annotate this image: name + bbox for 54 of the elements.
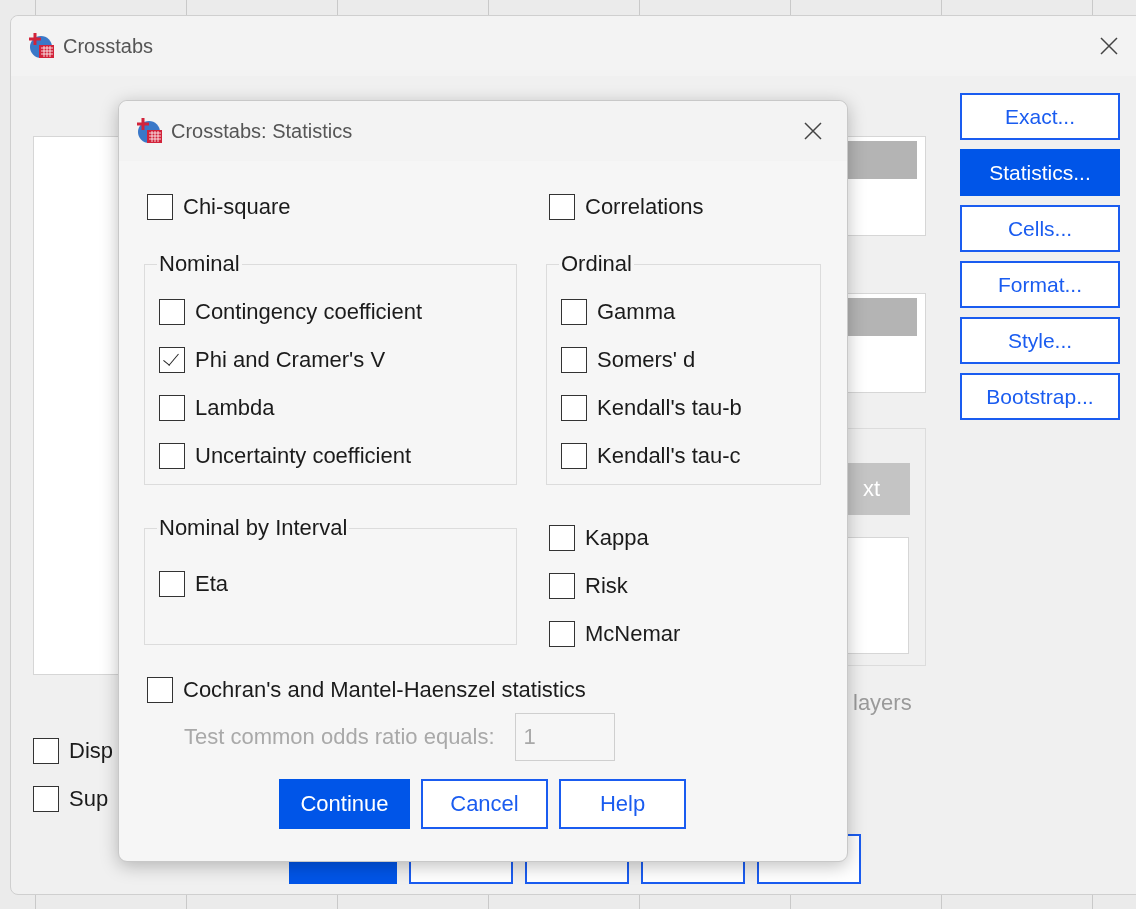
checkbox-label: Sup: [69, 786, 109, 812]
group-title: Nominal: [158, 251, 241, 277]
checkbox[interactable]: [147, 677, 173, 703]
checkbox[interactable]: [549, 621, 575, 647]
checkbox[interactable]: [159, 347, 185, 373]
checkbox[interactable]: [561, 347, 587, 373]
checkbox-label: Chi-square: [183, 194, 291, 220]
side-button[interactable]: Bootstrap...: [960, 373, 1120, 420]
checkbox-label: Risk: [585, 573, 628, 599]
dialog-button[interactable]: Help: [559, 779, 686, 829]
dialog-title: Crosstabs: Statistics: [171, 119, 353, 143]
checkbox[interactable]: [159, 299, 185, 325]
checkbox-label: McNemar: [585, 621, 681, 647]
side-button[interactable]: Cells...: [960, 205, 1120, 252]
side-button[interactable]: Style...: [960, 317, 1120, 364]
window-title: Crosstabs: [63, 34, 154, 58]
side-button[interactable]: Exact...: [960, 93, 1120, 140]
table-icon: [135, 116, 165, 146]
checkbox[interactable]: [549, 194, 575, 220]
group-title: Nominal by Interval: [158, 515, 349, 541]
field-label: Test common odds ratio equals:: [184, 724, 495, 750]
checkbox-label: Phi and Cramer's V: [195, 347, 386, 373]
checkbox-label: Uncertainty coefficient: [195, 443, 412, 469]
checkbox[interactable]: [561, 395, 587, 421]
table-icon: [27, 31, 57, 61]
checkbox-label: Kendall's tau-b: [597, 395, 742, 421]
checkbox[interactable]: [549, 525, 575, 551]
checkbox-label: Disp: [69, 738, 113, 764]
checkbox-label: Cochran's and Mantel-Haenszel statistics: [183, 677, 586, 703]
checkbox[interactable]: [33, 786, 59, 812]
checkbox-label: Gamma: [597, 299, 676, 325]
checkbox-label: Contingency coefficient: [195, 299, 423, 325]
checkbox[interactable]: [147, 194, 173, 220]
checkbox-label: Somers' d: [597, 347, 696, 373]
close-icon[interactable]: [803, 121, 823, 141]
dialog-button[interactable]: Continue: [279, 779, 410, 829]
side-button[interactable]: Statistics...: [960, 149, 1120, 196]
side-button[interactable]: Format...: [960, 261, 1120, 308]
checkbox-label: Kendall's tau-c: [597, 443, 741, 469]
checkbox[interactable]: [561, 299, 587, 325]
checkbox-label: Kappa: [585, 525, 649, 551]
checkbox[interactable]: [159, 571, 185, 597]
group-title: Ordinal: [560, 251, 633, 277]
checkbox-label: Lambda: [195, 395, 275, 421]
close-icon[interactable]: [1099, 36, 1119, 56]
layers-label: layers: [852, 690, 913, 716]
checkbox-label: Correlations: [585, 194, 704, 220]
checkbox[interactable]: [159, 443, 185, 469]
checkbox[interactable]: [159, 395, 185, 421]
checkbox-label: Eta: [195, 571, 229, 597]
dialog-button[interactable]: Cancel: [421, 779, 548, 829]
checkbox[interactable]: [549, 573, 575, 599]
checkbox[interactable]: [561, 443, 587, 469]
checkbox[interactable]: [33, 738, 59, 764]
